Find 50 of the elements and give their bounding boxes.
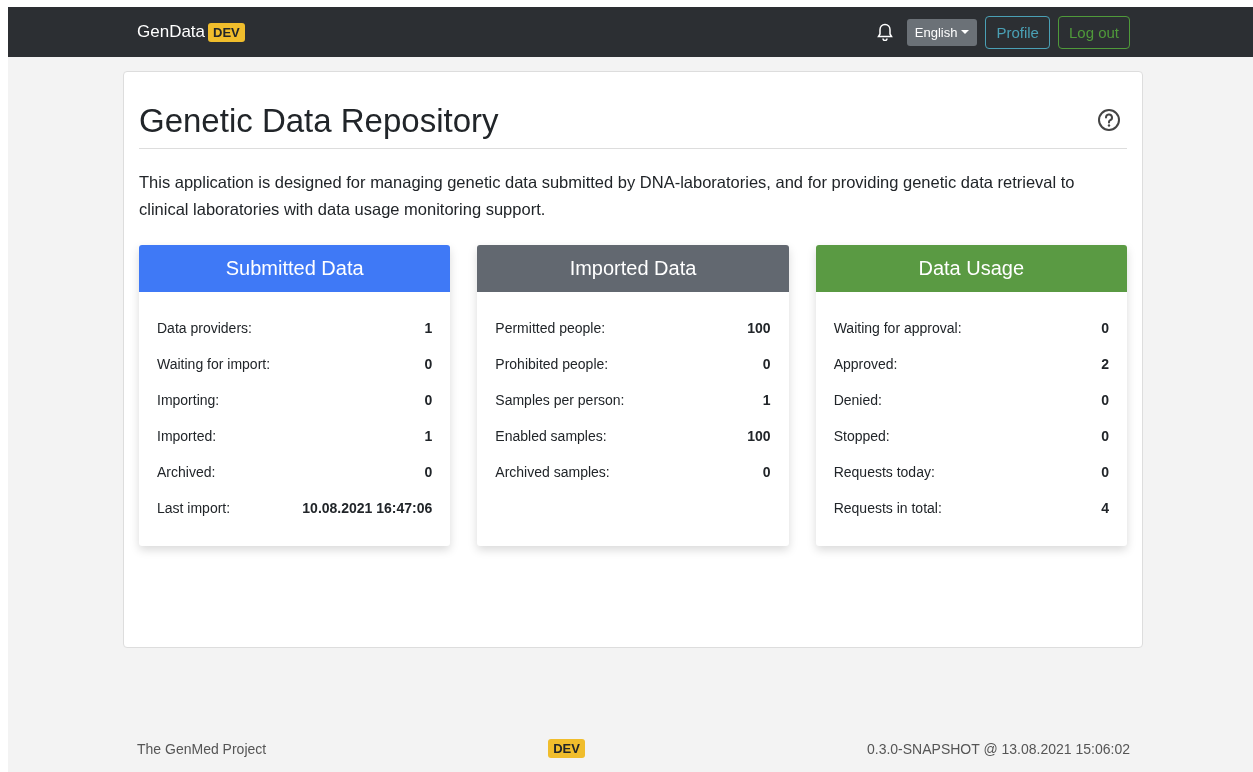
page-title: Genetic Data Repository (139, 102, 499, 140)
project-name: The GenMed Project (137, 740, 267, 757)
stat-label: Imported: (157, 428, 217, 444)
stat-label: Requests today: (833, 464, 935, 480)
stat-value: 0 (762, 356, 771, 372)
stat-value: 100 (747, 428, 771, 444)
stat-label: Samples per person: (495, 392, 625, 408)
stat-value: 1 (424, 320, 433, 336)
stat-value: 0 (424, 464, 433, 480)
card-header: Data Usage (815, 245, 1127, 292)
intro-text: This application is designed for managing genetic data submitted by DNA-laboratories, and for providing genetic data retrieval to clinical laboratories with data usage monitoring support. (139, 172, 1076, 220)
language-dropdown[interactable]: English (906, 18, 978, 46)
stat-value: 4 (1101, 500, 1109, 516)
stat-value: 1 (762, 392, 771, 408)
stat-label: Requests in total: (833, 500, 942, 516)
stat-value: 0 (424, 392, 433, 408)
stat-value: 2 (1101, 356, 1109, 372)
stat-label: Stopped: (833, 428, 890, 444)
stat-value: 0 (1101, 320, 1109, 336)
stat-value: 0 (762, 464, 771, 480)
stat-label: Archived samples: (495, 464, 610, 480)
card-header: Imported Data (477, 245, 789, 292)
card-header: Submitted Data (139, 245, 451, 292)
stat-value: 100 (747, 320, 771, 336)
caret-icon (961, 30, 970, 34)
stat-value: 0 (424, 356, 433, 372)
brand-name[interactable]: GenData (137, 22, 206, 42)
env-badge: DEV (208, 22, 245, 42)
stat-value: 1 (424, 428, 433, 444)
logout-button[interactable]: Log out (1057, 15, 1130, 49)
stat-label: Waiting for approval: (833, 320, 962, 336)
stat-label: Permitted people: (495, 320, 606, 336)
env-badge: DEV (548, 739, 585, 758)
help-icon[interactable] (1097, 108, 1121, 132)
stat-label: Prohibited people: (495, 356, 609, 372)
stat-label: Last import: (157, 500, 231, 516)
stat-label: Waiting for import: (157, 356, 271, 372)
stat-value: 0 (1101, 428, 1109, 444)
stat-value: 0 (1101, 392, 1109, 408)
stat-label: Denied: (833, 392, 882, 408)
stat-value: 10.08.2021 16:47:06 (302, 500, 433, 516)
stat-value: 0 (1101, 464, 1109, 480)
stat-label: Enabled samples: (495, 428, 607, 444)
profile-button[interactable]: Profile (985, 15, 1050, 49)
stat-label: Data providers: (157, 320, 252, 336)
stat-label: Importing: (157, 392, 220, 408)
stat-label: Approved: (833, 356, 898, 372)
version-text: 0.3.0-SNAPSHOT @ 13.08.2021 15:06:02 (866, 740, 1130, 757)
bell-icon[interactable] (876, 23, 893, 41)
stat-label: Archived: (157, 464, 216, 480)
